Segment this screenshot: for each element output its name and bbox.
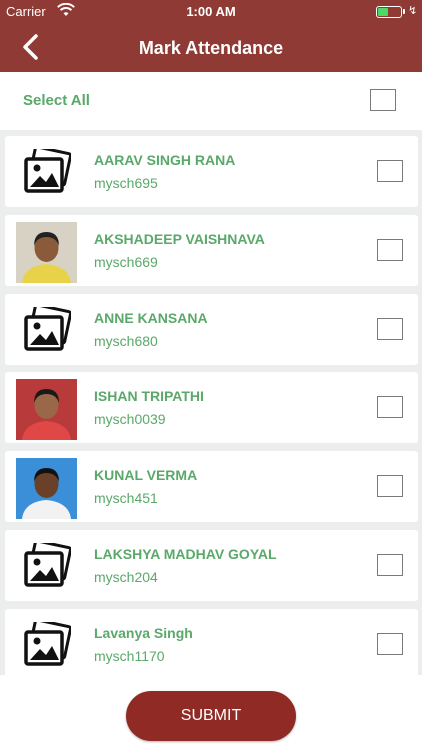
student-name: Lavanya Singh xyxy=(94,625,193,641)
image-placeholder-icon xyxy=(23,539,73,589)
submit-button[interactable]: SUBMIT xyxy=(126,691,296,741)
student-name: ISHAN TRIPATHI xyxy=(94,388,204,404)
image-placeholder-icon xyxy=(23,618,73,668)
student-name: KUNAL VERMA xyxy=(94,467,198,483)
student-card[interactable]: Lavanya Singh mysch1170 xyxy=(5,609,418,675)
status-time: 1:00 AM xyxy=(186,4,236,19)
student-name: LAKSHYA MADHAV GOYAL xyxy=(94,546,277,562)
image-placeholder-icon xyxy=(23,303,73,353)
student-card[interactable]: KUNAL VERMA mysch451 xyxy=(5,451,418,522)
image-placeholder-icon xyxy=(23,145,73,195)
footer: SUBMIT xyxy=(0,675,422,750)
student-id: mysch1170 xyxy=(94,648,165,664)
student-id: mysch451 xyxy=(94,490,158,506)
select-all-label[interactable]: Select All xyxy=(23,92,90,109)
student-name: AARAV SINGH RANA xyxy=(94,152,236,168)
student-card[interactable]: LAKSHYA MADHAV GOYAL mysch204 xyxy=(5,530,418,601)
student-list: AARAV SINGH RANA mysch695 AKSHADEEP VAISHN… xyxy=(0,130,422,675)
attendance-checkbox[interactable] xyxy=(377,160,403,182)
student-id: mysch680 xyxy=(94,333,158,349)
attendance-checkbox[interactable] xyxy=(377,318,403,340)
battery-icon xyxy=(376,6,402,18)
student-card[interactable]: AKSHADEEP VAISHNAVA mysch669 xyxy=(5,215,418,286)
attendance-checkbox[interactable] xyxy=(377,239,403,261)
student-photo xyxy=(16,458,77,519)
select-all-checkbox[interactable] xyxy=(370,89,396,111)
battery-tip xyxy=(403,9,405,14)
student-photo xyxy=(16,379,77,440)
student-id: mysch204 xyxy=(94,569,158,585)
student-name: ANNE KANSANA xyxy=(94,310,208,326)
student-id: mysch0039 xyxy=(94,411,166,427)
student-id: mysch669 xyxy=(94,254,158,270)
app-header: Carrier 1:00 AM ↯ Mark Attendance xyxy=(0,0,422,72)
status-bar: Carrier 1:00 AM ↯ xyxy=(0,0,422,22)
attendance-checkbox[interactable] xyxy=(377,475,403,497)
student-name: AKSHADEEP VAISHNAVA xyxy=(94,231,265,247)
student-card[interactable]: ANNE KANSANA mysch680 xyxy=(5,294,418,365)
battery-level xyxy=(378,8,388,16)
attendance-checkbox[interactable] xyxy=(377,633,403,655)
student-card[interactable]: ISHAN TRIPATHI mysch0039 xyxy=(5,372,418,443)
student-card[interactable]: AARAV SINGH RANA mysch695 xyxy=(5,136,418,207)
select-all-row: Select All xyxy=(0,72,422,130)
attendance-checkbox[interactable] xyxy=(377,554,403,576)
attendance-checkbox[interactable] xyxy=(377,396,403,418)
page-title: Mark Attendance xyxy=(138,38,284,58)
student-photo xyxy=(16,222,77,283)
charging-icon: ↯ xyxy=(408,5,418,17)
student-id: mysch695 xyxy=(94,175,158,191)
